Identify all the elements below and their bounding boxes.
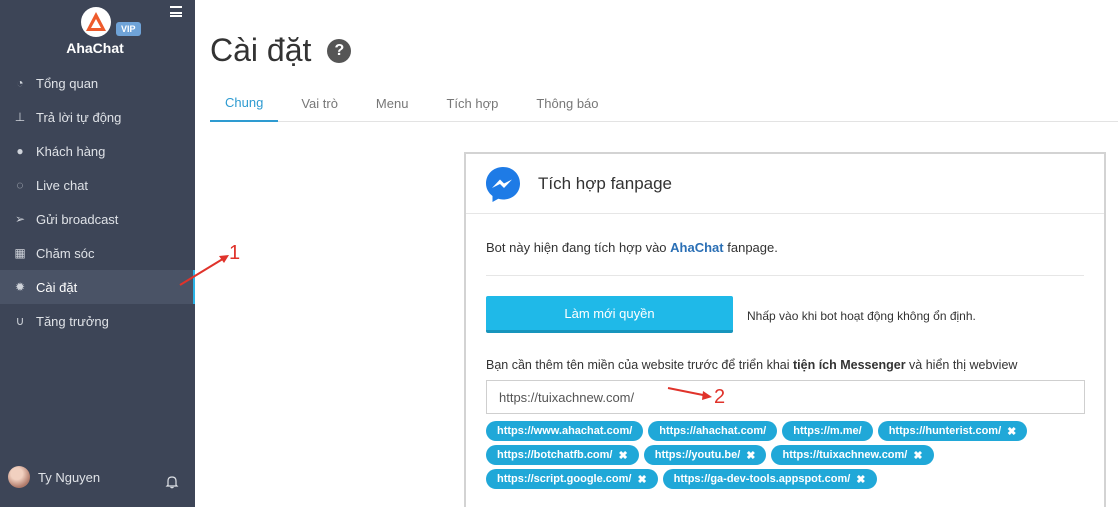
annotation-label-1: 1 (229, 242, 241, 264)
annotation-label-2: 2 (714, 386, 726, 408)
annotation-arrow-1 (179, 255, 712, 400)
